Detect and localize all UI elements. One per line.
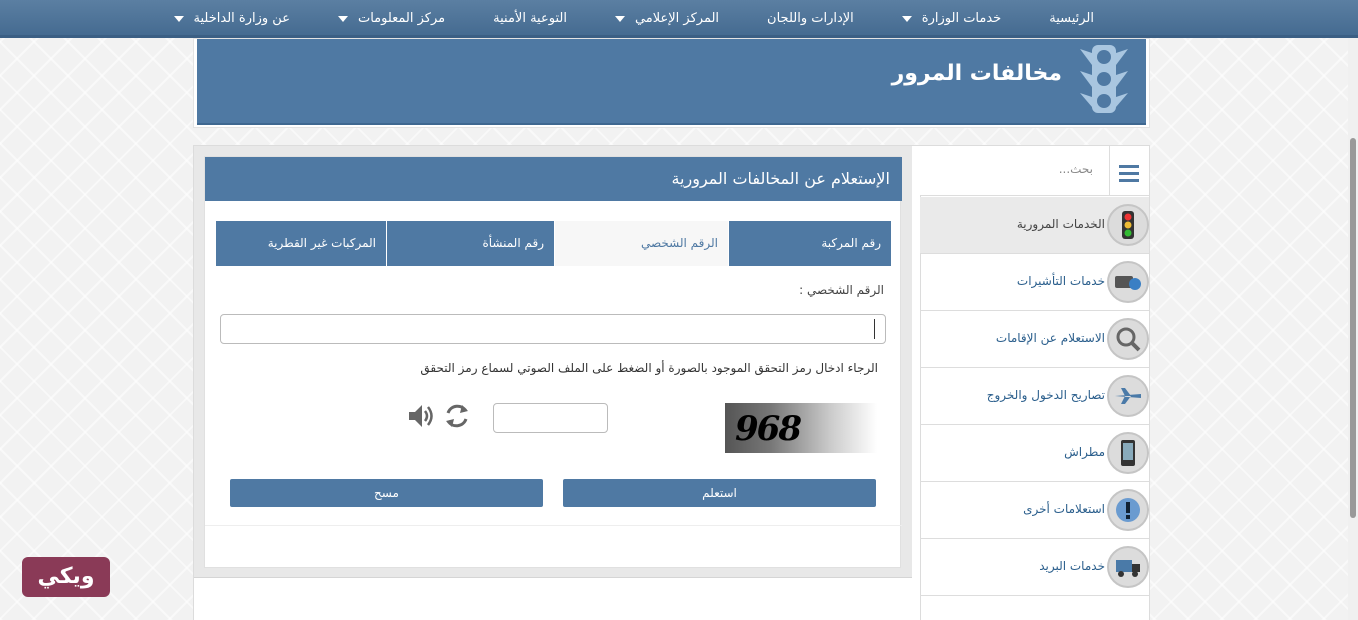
captcha-input[interactable] (493, 403, 608, 433)
tab-establishment-number[interactable]: رقم المنشأة (386, 221, 554, 266)
traffic-light-icon (1080, 45, 1128, 113)
caret-down-icon (901, 16, 912, 22)
visa-icon (1107, 261, 1149, 303)
sidebar-item-label: الخدمات المرورية (1016, 217, 1105, 231)
traffic-light-icon (1107, 204, 1149, 246)
menu-bar (1119, 172, 1139, 175)
tab-personal-number[interactable]: الرقم الشخصي (554, 221, 728, 266)
main-area: الإستعلام عن المخالفات المرورية رقم المر… (193, 145, 1150, 620)
text-cursor (874, 319, 875, 339)
sidebar-item-entry-exit-permits[interactable]: تصاريح الدخول والخروج (920, 368, 1149, 425)
nav-home-label: الرئيسية (1049, 11, 1094, 26)
tab-label: المركبات غير القطرية (267, 236, 376, 250)
sidebar-search: بحث... (920, 146, 1149, 196)
nav-info-center-label: مركز المعلومات (357, 11, 446, 26)
tab-non-qatari-vehicles[interactable]: المركبات غير القطرية (216, 221, 386, 266)
nav-about[interactable]: عن وزارة الداخلية (150, 0, 314, 38)
divider (205, 525, 902, 526)
captcha-hint: الرجاء ادخال رمز التحقق الموجود بالصورة … (420, 361, 878, 375)
sidebar-item-label: تصاريح الدخول والخروج (986, 388, 1105, 402)
sidebar-item-label: خدمات البريد (1039, 559, 1105, 573)
caret-down-icon (614, 16, 625, 22)
banner-container: مخالفات المرور (193, 38, 1150, 128)
page-scrollbar[interactable] (1348, 38, 1358, 620)
nav-departments-label: الإدارات واللجان (767, 11, 854, 26)
info-icon (1107, 489, 1149, 531)
nav-departments[interactable]: الإدارات واللجان (743, 0, 878, 38)
top-navigation: الرئيسية خدمات الوزارة الإدارات واللجان … (0, 0, 1358, 38)
sidebar-item-traffic-services[interactable]: الخدمات المرورية (920, 197, 1149, 254)
residency-search-icon (1107, 318, 1149, 360)
sidebar-item-label: مطراش (1064, 445, 1105, 459)
tab-label: رقم المنشأة (482, 236, 544, 250)
mail-truck-icon (1107, 546, 1149, 588)
nav-security-awareness-label: التوعية الأمنية (493, 11, 567, 26)
violations-query-panel: الإستعلام عن المخالفات المرورية رقم المر… (204, 156, 902, 568)
scrollbar-thumb[interactable] (1350, 138, 1356, 518)
query-button[interactable]: استعلم (563, 479, 876, 507)
nav-ministry-services[interactable]: خدمات الوزارة (878, 0, 1025, 38)
nav-security-awareness[interactable]: التوعية الأمنية (469, 0, 591, 38)
nav-media-center[interactable]: المركز الإعلامي (591, 0, 743, 38)
hamburger-menu-button[interactable] (1109, 146, 1149, 196)
services-sidebar: بحث... الخدمات المرورية خدمات التأشيرات … (920, 146, 1149, 620)
sidebar-item-label: استعلامات أخرى (1023, 502, 1105, 516)
captcha-image: 968 (725, 403, 877, 453)
metrash-phone-icon (1107, 432, 1149, 474)
nav-info-center[interactable]: مركز المعلومات (314, 0, 469, 38)
tab-vehicle-number[interactable]: رقم المركبة (728, 221, 891, 266)
menu-bar (1119, 179, 1139, 182)
clear-button[interactable]: مسح (230, 479, 543, 507)
nav-media-center-label: المركز الإعلامي (634, 11, 720, 26)
tab-label: رقم المركبة (821, 236, 881, 250)
sidebar-item-other-queries[interactable]: استعلامات أخرى (920, 482, 1149, 539)
sidebar-item-label: الاستعلام عن الإقامات (995, 331, 1105, 345)
query-tabs: رقم المركبة الرقم الشخصي رقم المنشأة الم… (216, 221, 891, 266)
page-banner: مخالفات المرور (197, 39, 1146, 125)
panel-title: الإستعلام عن المخالفات المرورية (205, 157, 902, 201)
sidebar-item-metrash[interactable]: مطراش (920, 425, 1149, 482)
sidebar-item-visa-services[interactable]: خدمات التأشيرات (920, 254, 1149, 311)
sidebar-item-residency-query[interactable]: الاستعلام عن الإقامات (920, 311, 1149, 368)
airplane-icon (1107, 375, 1149, 417)
personal-number-label: الرقم الشخصي : (799, 283, 884, 297)
sidebar-item-mail-services[interactable]: خدمات البريد (920, 539, 1149, 596)
nav-home[interactable]: الرئيسية (1025, 0, 1118, 38)
tab-label: الرقم الشخصي (641, 236, 718, 250)
nav-about-label: عن وزارة الداخلية (193, 11, 290, 26)
page-title: مخالفات المرور (891, 61, 1062, 86)
personal-number-input[interactable] (220, 314, 886, 344)
wiki-logo: ويكي (22, 557, 110, 597)
content-area: الإستعلام عن المخالفات المرورية رقم المر… (194, 146, 912, 578)
captcha-code: 968 (735, 409, 802, 449)
refresh-icon[interactable] (442, 401, 472, 431)
caret-down-icon (337, 16, 348, 22)
sidebar-item-label: خدمات التأشيرات (1016, 274, 1105, 288)
caret-down-icon (173, 16, 184, 22)
nav-ministry-services-label: خدمات الوزارة (921, 11, 1002, 26)
menu-bar (1119, 165, 1139, 168)
search-input[interactable]: بحث... (1059, 162, 1093, 176)
speaker-icon[interactable] (405, 401, 435, 431)
